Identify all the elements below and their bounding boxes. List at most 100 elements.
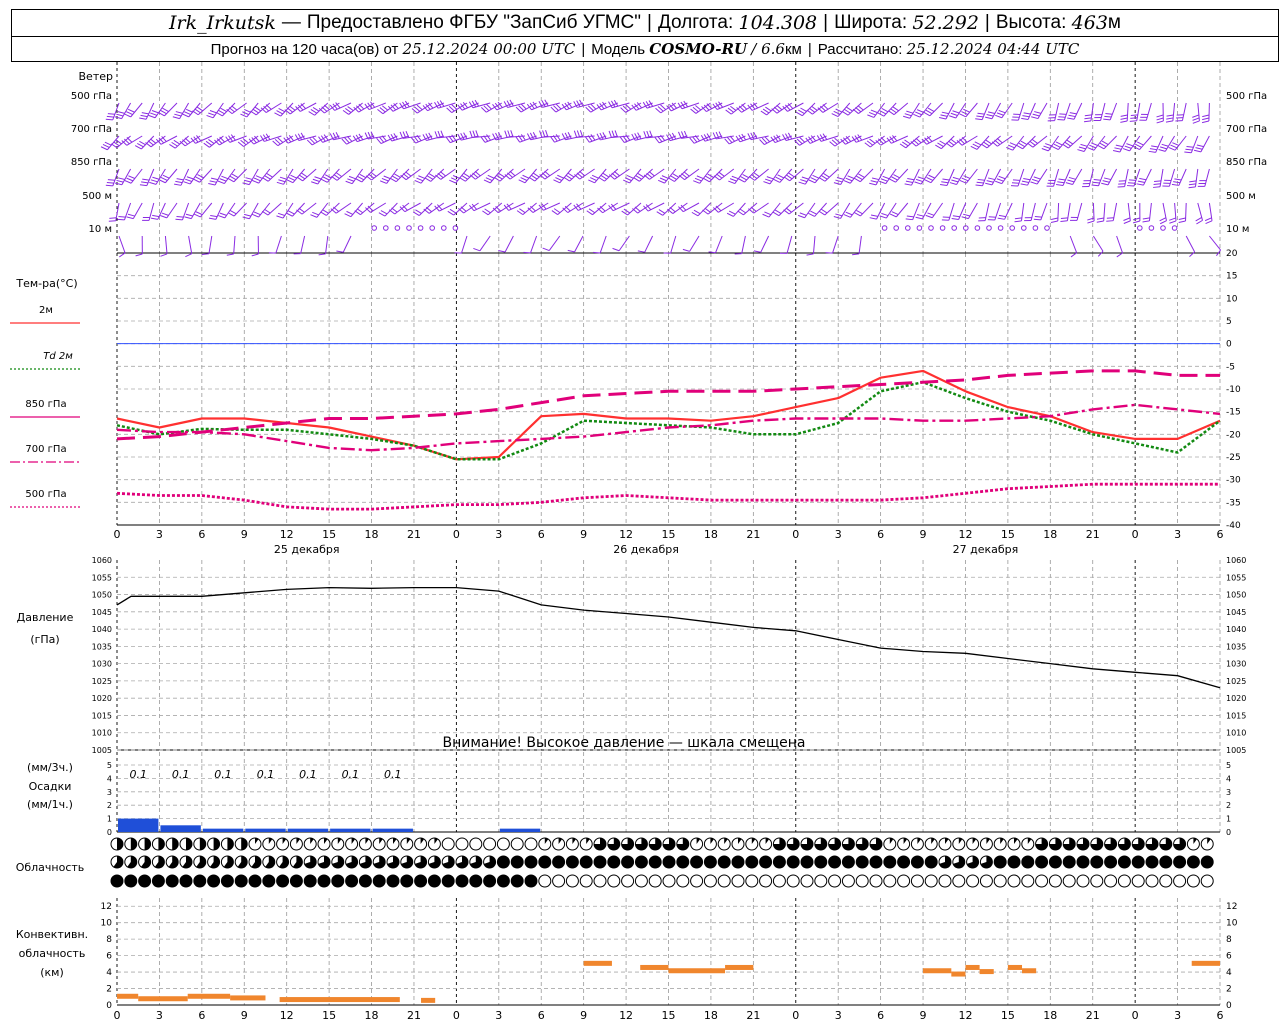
cloud-cover-fill: [428, 875, 441, 887]
wind-barb: [854, 135, 860, 142]
wind-barb: [915, 216, 923, 220]
wind-barb: [833, 216, 841, 219]
cloud-cover-circle: [1021, 874, 1035, 888]
wind-barb: [904, 113, 912, 117]
wind-barb: [288, 210, 295, 215]
wind-barb: [1193, 149, 1202, 153]
cloud-cover-fill: [318, 875, 330, 887]
cloud-cover-fill: [856, 856, 869, 868]
wind-barb: [903, 115, 911, 119]
wind-barb: [623, 208, 631, 214]
wind-barb: [753, 131, 758, 139]
wind-barb: [1156, 120, 1164, 124]
wind-barb: [147, 140, 154, 146]
cloud-cover-circle: [1159, 874, 1173, 888]
cloud-cover-circle: [662, 874, 676, 888]
wind-barb: [835, 213, 843, 217]
wind-barb: [833, 110, 841, 115]
cloud-cover-circle: [455, 837, 469, 851]
wind-barb: [228, 107, 235, 113]
wind-barb: [193, 178, 200, 183]
wind-barb: [905, 218, 913, 221]
time-hour-label-bottom: 6: [1217, 1009, 1224, 1022]
wind-barb: [175, 218, 183, 221]
cloud-cover-fill: [704, 856, 717, 868]
wind-barb: [324, 174, 332, 179]
pressure-ytick-right: 1005: [1226, 746, 1246, 755]
wind-barb: [808, 107, 816, 113]
convective-bar: [187, 993, 231, 999]
wind-barb: [160, 253, 168, 257]
wind-barb: [185, 178, 193, 182]
cloud-cover-circle: [855, 874, 869, 888]
wind-barb: [1204, 217, 1212, 222]
cloud-cover-fill: [221, 875, 234, 887]
calm-wind-marker: [1171, 225, 1178, 231]
wind-barb: [320, 135, 326, 142]
wind-barb: [1151, 145, 1159, 148]
cloud-cover-fill: [497, 856, 510, 868]
date-label: 26 декабря: [613, 543, 679, 556]
time-hour-label-bottom: 15: [322, 1009, 336, 1022]
wind-barb: [197, 174, 204, 179]
wind-barb: [1178, 217, 1186, 221]
wind-barb: [124, 180, 132, 184]
wind-barb: [356, 208, 364, 214]
wind-barb: [126, 216, 134, 220]
cloud-cover-fill: [276, 875, 289, 887]
wind-barb: [208, 217, 216, 220]
wind-barb: [727, 107, 734, 113]
wind-barb: [1096, 220, 1104, 223]
wind-barb: [100, 146, 108, 151]
wind-barb: [728, 180, 736, 185]
wind-barb: [1133, 220, 1141, 224]
wind-barb: [486, 134, 491, 141]
wind-barb: [185, 108, 193, 113]
wind-barb: [1020, 183, 1028, 186]
wind-barb: [1091, 184, 1099, 187]
conv-ytick-left: 12: [101, 902, 112, 912]
wind-barb: [251, 253, 259, 257]
wind-barb: [783, 176, 791, 182]
wind-barb: [952, 110, 960, 114]
wind-barb: [1120, 117, 1128, 120]
wind-barb: [737, 210, 744, 216]
wind-barb: [529, 102, 535, 109]
cloud-cover-fill: [345, 875, 358, 887]
wind-barb: [656, 211, 663, 216]
cloud-cover-fill: [290, 875, 303, 887]
time-hour-label-bottom: 6: [198, 1009, 205, 1022]
cloud-cover-fill: [483, 875, 496, 887]
wind-barb: [1149, 148, 1157, 151]
wind-barb: [941, 111, 949, 115]
cloud-cover-circle: [634, 874, 648, 888]
wind-barb: [996, 112, 1004, 116]
wind-barb: [762, 108, 770, 114]
wind-barb: [833, 182, 841, 185]
time-hour-label: 18: [704, 528, 718, 541]
cloud-cover-fill: [759, 856, 772, 868]
wind-level-label-left: 700 гПа: [71, 124, 112, 135]
wind-barb: [206, 114, 214, 119]
wind-barb: [550, 136, 555, 143]
wind-barb: [658, 179, 665, 184]
wind-barb: [301, 172, 308, 178]
cloud-cover-fill: [152, 875, 165, 887]
wind-barb: [739, 208, 746, 214]
wind-barb: [788, 172, 795, 178]
wind-barb: [602, 172, 610, 178]
conv-ytick-right: 4: [1226, 968, 1232, 978]
cloud-cover-fill: [1146, 856, 1158, 868]
wind-barb: [358, 133, 364, 141]
wind-barb: [1032, 178, 1039, 183]
wind-barb: [312, 178, 320, 182]
cloud-cover-circle: [510, 837, 524, 851]
temp-ytick-right: -30: [1226, 476, 1241, 486]
time-hour-label-bottom: 3: [1174, 1009, 1181, 1022]
wind-barb: [113, 141, 120, 147]
wind-barb: [126, 177, 134, 182]
wind-barb: [889, 213, 897, 218]
wind-barb: [116, 179, 124, 183]
cloud-cover-fill: [1063, 856, 1076, 868]
wind-barb: [528, 176, 536, 182]
